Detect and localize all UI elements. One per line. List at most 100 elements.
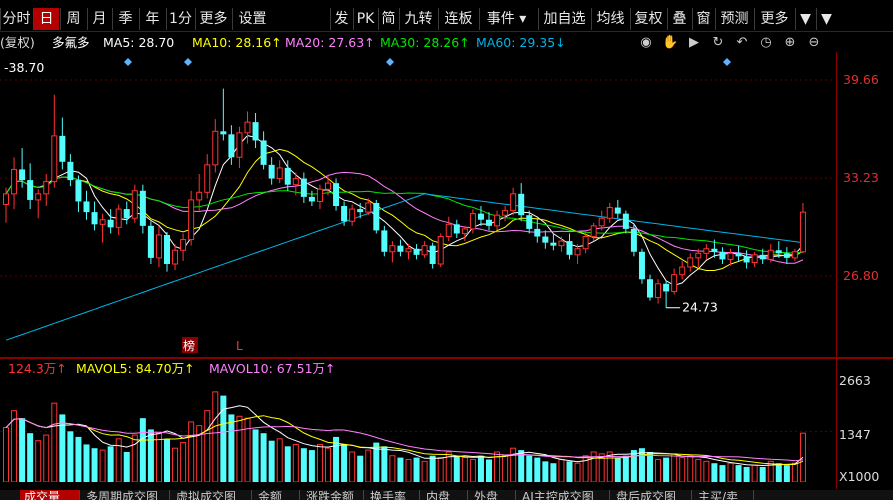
toolbar-btn-right-2[interactable]: 简 [378,8,398,30]
toolbar-btn-right-5[interactable]: 事件 ▾ [479,8,533,30]
vol-unit: X1000 [839,469,880,484]
price-tick-1: 33.23 [843,170,879,186]
toolbar-btn-left-4[interactable]: 季 [112,8,138,30]
toolbar-btn-right-4[interactable]: 连板 [438,8,478,30]
vol-bar-51 [413,457,420,482]
indicator-tab-3[interactable]: 金额 [254,490,300,500]
zoom-out-icon[interactable]: ⊖ [806,35,822,51]
toolbar-btn-right-11[interactable]: 预测 [715,8,753,30]
vol-bar-8 [67,431,74,482]
toolbar-btn-left-1[interactable]: 日 [33,8,59,30]
candle-body-5 [43,181,50,195]
candlestick-chart[interactable]: -38.70 24.73 榜 L [0,52,835,357]
toolbar-btn-right-13[interactable]: ▼ [795,8,815,30]
vol-bar-82 [663,457,670,482]
indicator-tab-5[interactable]: 换手率 [366,490,420,500]
hand-icon[interactable]: ✋ [662,35,678,51]
toolbar-btn-right-1[interactable]: PK [353,8,377,30]
candle-body-15 [123,209,130,219]
candle-body-98 [791,251,798,259]
candle-body-80 [647,279,653,298]
candle-body-93 [751,254,758,263]
toolbar-btn-right-10[interactable]: 窗 [692,8,714,30]
vol-bar-57 [461,457,468,482]
candle-body-27 [220,131,227,135]
vol-bar-32 [260,433,267,482]
candle-body-38 [308,196,315,202]
vol-bar-19 [155,432,162,482]
high-price-label: -38.70 [4,60,44,75]
vol-bar-2 [19,418,26,482]
ma30-value: MA30: 28.26↑ [380,35,470,50]
indicator-tab-8[interactable]: AI主控成交图 [518,490,610,500]
toolbar-btn-right-14[interactable]: ▼ [816,8,836,30]
play-icon[interactable]: ▶ [686,35,702,51]
candle-body-92 [743,256,750,263]
candle-body-87 [703,248,710,254]
toolbar-btn-right-9[interactable]: 叠 [667,8,691,30]
volume-chart[interactable] [0,378,835,482]
vol-bar-68 [550,463,557,482]
candle-body-66 [534,228,541,237]
toolbar-btn-right-8[interactable]: 复权 [630,8,666,30]
vol-bar-10 [83,444,90,482]
indicator-tab-7[interactable]: 外盘 [470,490,516,500]
indicator-tab-1[interactable]: 多周期成交图 [82,490,170,500]
mavol5-value: MAVOL5: 84.70万↑ [76,361,195,376]
vol-bar-88 [711,463,718,482]
candle-body-17 [139,190,146,226]
candle-body-8 [67,161,74,181]
indicator-tab-4[interactable]: 涨跌金额 [302,490,364,500]
toolbar-btn-left-5[interactable]: 年 [139,8,165,30]
event-marker-3 [723,58,731,66]
candle-body-64 [518,193,525,216]
candle-body-88 [711,248,718,252]
toolbar-btn-left-6[interactable]: 1分 [166,8,194,30]
eye-icon[interactable]: ◉ [638,35,654,51]
candle-body-31 [252,122,259,141]
vol-bar-62 [502,455,509,482]
toolbar-btn-right-6[interactable]: 加自选 [538,8,590,30]
toolbar-btn-left-3[interactable]: 月 [87,8,111,30]
candle-body-72 [582,236,589,250]
indicator-tab-10[interactable]: 主买/卖 [694,490,754,500]
candle-body-60 [486,219,492,226]
indicator-tab-9[interactable]: 盘后成交图 [612,490,692,500]
panel-divider [0,357,893,359]
indicator-tab-6[interactable]: 内盘 [422,490,468,500]
toolbar-btn-right-0[interactable]: 发 [330,8,352,30]
toolbar-btn-left-2[interactable]: 周 [60,8,86,30]
vol-bar-45 [365,449,372,482]
vol-bar-60 [486,459,492,482]
toolbar-btn-left-7[interactable]: 更多 [195,8,231,30]
toolbar-btn-right-3[interactable]: 九转 [399,8,437,30]
vol-bar-18 [147,429,154,482]
vol-bar-52 [421,460,428,482]
candle-body-19 [155,234,162,259]
refresh-icon[interactable]: ↻ [710,35,726,51]
ma20-value: MA20: 27.63↑ [285,35,375,50]
candle-body-3 [27,180,34,200]
vol-bar-37 [300,448,307,482]
indicator-tab-0[interactable]: 成交量 [20,490,80,500]
toolbar-btn-right-12[interactable]: 更多 [754,8,794,30]
toolbar-btn-right-7[interactable]: 均线 [591,8,629,30]
vol-bar-7 [59,414,66,482]
candle-body-59 [477,213,484,220]
vol-bar-16 [131,434,138,482]
clock-icon[interactable]: ◷ [758,35,774,51]
toolbar-btn-left-8[interactable]: 设置 [232,8,272,30]
candle-body-28 [228,134,235,158]
indicator-tab-2[interactable]: 虚拟成交图 [172,490,252,500]
vol-bar-3 [27,433,34,482]
candle-body-7 [59,135,66,162]
zoom-in-icon[interactable]: ⊕ [782,35,798,51]
vol-bar-95 [767,460,774,482]
undo-icon[interactable]: ↶ [734,35,750,51]
period-toolbar: 分时日周月季年 1分 更多 设置发 PK 简九转 连板 事件 ▾ 加自选 均线 复权叠窗预测 更多 ▼ ▼ [0,6,893,32]
candle-body-54 [437,236,444,265]
ma10-value: MA10: 28.16↑ [192,35,282,50]
vol-bar-76 [614,457,621,482]
candle-body-39 [316,188,323,202]
toolbar-btn-left-0[interactable]: 分时 [0,8,32,30]
